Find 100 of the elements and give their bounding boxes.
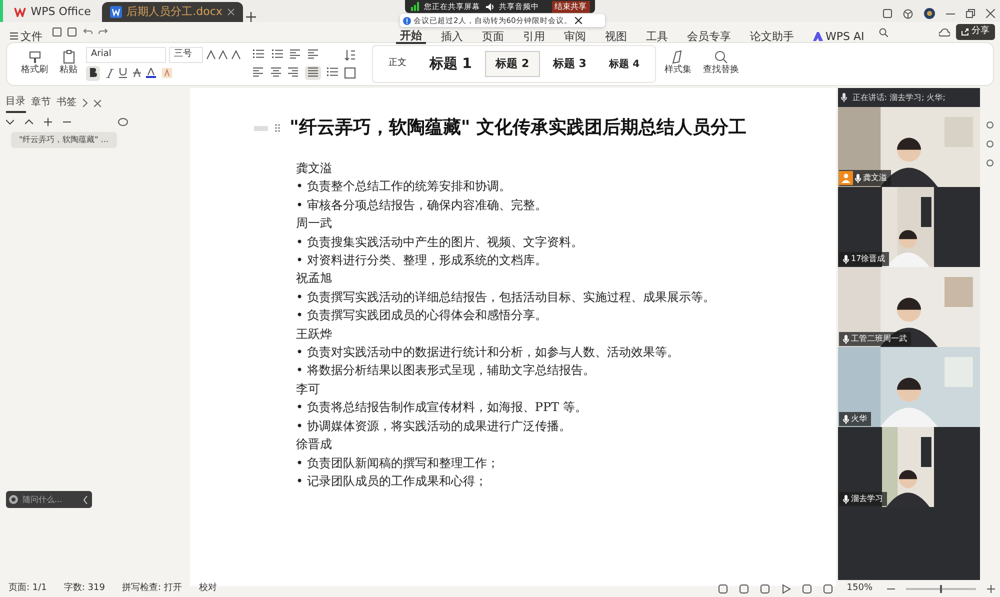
ribbon-tab[interactable]: 论文助手 (746, 30, 798, 42)
ribbon-tab[interactable]: 工具 (642, 30, 672, 42)
border-icon[interactable] (344, 66, 356, 79)
align-right-icon[interactable] (287, 66, 299, 78)
ribbon-tab[interactable]: 审阅 (560, 30, 590, 42)
font-field[interactable]: Arial (86, 46, 166, 63)
cloud-icon[interactable] (939, 28, 950, 36)
add-tab-icon[interactable] (246, 12, 256, 22)
strikethrough-icon[interactable] (132, 68, 140, 78)
plus-icon[interactable] (986, 584, 994, 592)
bullet-item: • 协调媒体资源，将实践活动的成果进行广泛传播。 (296, 418, 572, 435)
format-painter-button[interactable]: 格式刷 (18, 49, 51, 79)
info-icon (402, 16, 411, 24)
ribbon-tab[interactable]: WPS AI (808, 30, 868, 42)
style-option[interactable]: 标题 3 (542, 52, 596, 76)
numbered-list-icon[interactable] (270, 48, 284, 60)
undo-icon[interactable] (82, 27, 93, 37)
plus-icon[interactable] (44, 118, 52, 126)
bullet-item: • 对资料进行分类、整理，形成系统的文档库。 (296, 252, 548, 270)
sidebar-tab[interactable]: 章节 (31, 94, 51, 112)
share-button[interactable]: 分享 (956, 24, 994, 40)
highlight-icon[interactable] (162, 68, 172, 78)
ribbon-tab[interactable]: 页面 (478, 30, 508, 42)
bullet-list-icon[interactable] (252, 48, 265, 60)
font-size-field[interactable]: 三号 (168, 46, 203, 63)
app-tab[interactable]: 后期人员分工.docx (102, 2, 244, 22)
oval-icon[interactable] (118, 118, 128, 126)
status-item[interactable]: 字数: 319 (60, 580, 108, 596)
chat-field[interactable]: 随问什么... (6, 491, 92, 508)
microphone-icon (843, 414, 849, 424)
person-name: 李可 (296, 380, 321, 398)
chevron-right-icon[interactable] (82, 99, 88, 107)
redo-icon[interactable] (98, 27, 108, 37)
bullet-item: • 负责撰写实践活动的详细总结报告，包括活动目标、实施过程、成果展示等。 (296, 288, 716, 306)
person-name: 祝孟旭 (296, 270, 333, 288)
document-title: "纤云弄巧，软陶蕴藏" 文化传承实践团后期总结人员分工 (290, 116, 747, 140)
ribbon-tab[interactable]: 引用 (518, 30, 549, 42)
microphone-icon (843, 334, 849, 344)
style-set-button[interactable]: 样式集 (662, 49, 695, 79)
style-option[interactable]: 标题 2 (484, 50, 540, 78)
app-tab[interactable]: WPS Office (6, 2, 99, 22)
ribbon-tab[interactable]: 视图 (600, 30, 631, 42)
person-name: 周一武 (296, 215, 333, 232)
style-option[interactable]: 标题 4 (599, 52, 650, 76)
microphone-icon (855, 174, 861, 182)
bullet-item: • 负责将总结报告制作成宣传材料，如海报、PPT 等。 (296, 399, 588, 416)
status-item[interactable]: 页面: 1/1 (6, 580, 50, 596)
outline-item[interactable]: "纤云弄巧，软陶蕴藏" ... (11, 132, 117, 148)
microphone-icon (843, 494, 849, 504)
status-item[interactable]: 拼写检查: 打开 (118, 580, 185, 596)
close-icon[interactable] (986, 9, 994, 18)
sort-icon[interactable] (344, 49, 356, 62)
style-option[interactable]: 正文 (378, 53, 416, 75)
zoom-level[interactable]: 150% (844, 580, 876, 596)
bullet-item: • 负责对实践活动中的数据进行统计和分析，如参与人数、活动效果等。 (296, 344, 680, 362)
brush-icon (28, 50, 42, 64)
participant-label: 溜去学习 (851, 493, 883, 505)
bullet-item: • 负责团队新闻稿的撰写和整理工作； (296, 454, 500, 472)
bold-icon (89, 68, 97, 77)
bullet-item: • 审核各分项总结报告，确保内容准确、完整。 (296, 196, 548, 214)
status-item[interactable]: 校对 (196, 580, 220, 596)
sidebar-tab[interactable]: 目录 (6, 94, 26, 112)
style-option[interactable]: 标题 1 (419, 50, 482, 78)
close-icon[interactable] (574, 17, 582, 24)
align-left-icon[interactable] (252, 66, 264, 78)
menu-icon (10, 32, 18, 40)
window-icon[interactable] (882, 9, 892, 18)
file-menu[interactable]: 文件 (6, 30, 46, 42)
justify-button[interactable] (304, 66, 320, 80)
chevron-up-icon[interactable] (24, 119, 32, 125)
bullet-item: • 将数据分析结果以图表形式呈现，辅助文字总结报告。 (296, 362, 596, 380)
hexagon-icon[interactable] (902, 8, 912, 19)
bold-button[interactable] (86, 66, 100, 82)
person-name: 徐晋成 (296, 436, 333, 454)
bullet-item: • 负责搜集实践活动中产生的图片、视频、文字资料。 (296, 234, 584, 251)
stop-sharing-button[interactable]: 结束共享 (552, 0, 590, 12)
chat-input[interactable]: 随问什么... (20, 492, 80, 506)
microphone-icon (840, 93, 847, 102)
speaking-label: 正在讲话: 溜去学习; 火华; (852, 92, 946, 104)
ribbon-tab[interactable]: 会员专享 (682, 30, 735, 42)
italic-icon[interactable] (106, 68, 114, 78)
sidebar-tab[interactable]: 书签 (56, 94, 76, 112)
bullet-item: • 负责撰写实践团成员的心得体会和感悟分享。 (296, 307, 548, 324)
restore-icon[interactable] (966, 9, 974, 18)
search-icon[interactable] (879, 28, 888, 36)
avatar-icon[interactable] (924, 8, 934, 20)
paste-button[interactable]: 粘贴 (56, 49, 80, 79)
search-icon (714, 50, 728, 64)
ribbon-tab[interactable]: 插入 (436, 30, 467, 42)
play-icon[interactable] (780, 584, 791, 594)
font-color-icon[interactable] (146, 68, 156, 78)
clipboard-icon (62, 50, 76, 64)
person-name: 王跃烨 (296, 326, 333, 343)
find-replace-button[interactable]: 查找替换 (700, 49, 742, 79)
chevron-down-icon[interactable] (6, 119, 14, 125)
underline-icon[interactable] (119, 68, 127, 78)
align-center-icon[interactable] (270, 66, 282, 78)
justify-icon (306, 66, 318, 78)
person-name: 龚文溢 (296, 160, 333, 177)
line-spacing-icon[interactable] (326, 66, 338, 78)
